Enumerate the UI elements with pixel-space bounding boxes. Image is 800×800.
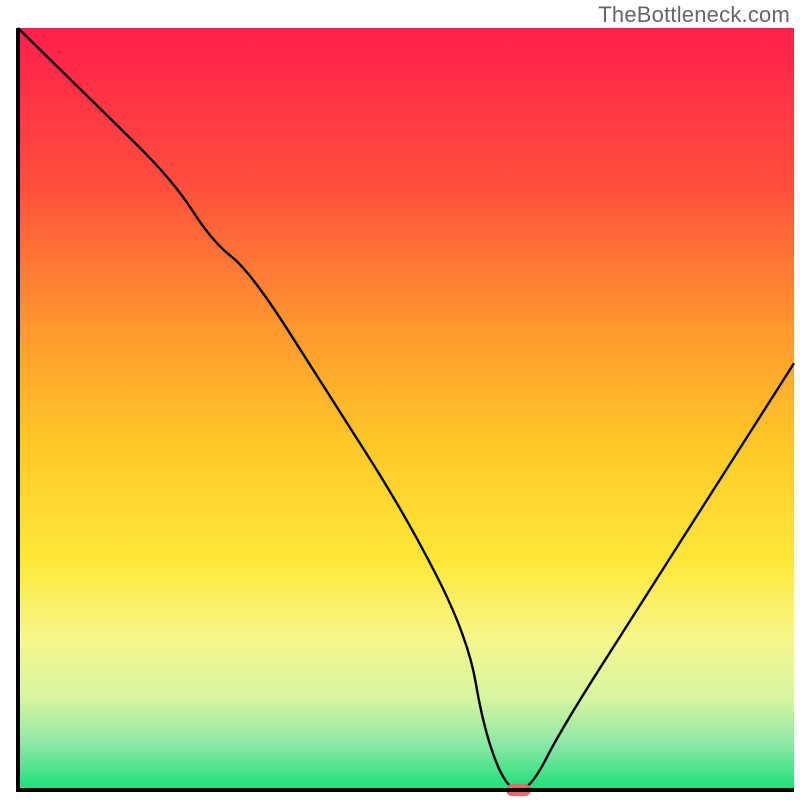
bottleneck-chart: TheBottleneck.com [0,0,800,800]
watermark-label: TheBottleneck.com [598,2,790,28]
chart-svg [0,0,800,800]
